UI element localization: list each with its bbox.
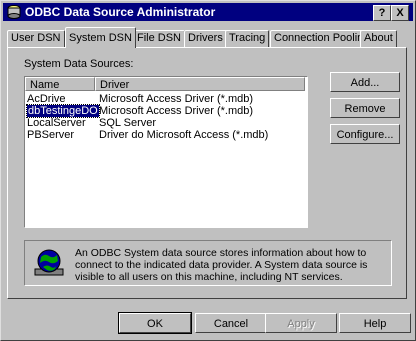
tab-drivers[interactable]: Drivers xyxy=(184,30,227,47)
help-question-button[interactable]: ? xyxy=(373,5,391,21)
dsn-name: LocalServer xyxy=(27,117,86,129)
title-bar[interactable]: ODBC Data Source Administrator ? X xyxy=(3,3,413,21)
list-item-selected[interactable]: dbTestingeDO Microsoft Access Driver (*.… xyxy=(25,104,305,118)
window-title: ODBC Data Source Administrator xyxy=(25,5,216,19)
dsn-name: dbTestingeDO xyxy=(26,104,100,118)
odbc-dialog: ODBC Data Source Administrator ? X User … xyxy=(0,0,416,341)
tab-system-dsn[interactable]: System DSN xyxy=(65,27,136,48)
info-text: An ODBC System data source stores inform… xyxy=(75,247,368,283)
tab-about[interactable]: About xyxy=(360,30,397,47)
dsn-name: PBServer xyxy=(27,129,75,141)
info-panel: An ODBC System data source stores inform… xyxy=(24,240,392,286)
add-button[interactable]: Add... xyxy=(330,72,400,92)
column-header-name[interactable]: Name xyxy=(25,77,95,91)
remove-button[interactable]: Remove xyxy=(330,98,400,118)
system-data-sources-label: System Data Sources: xyxy=(24,58,134,70)
dsn-driver: Microsoft Access Driver (*.mdb) xyxy=(99,93,254,105)
system-data-sources-list[interactable]: Name Driver AcDrive Microsoft Access Dri… xyxy=(24,76,308,228)
dsn-driver: SQL Server xyxy=(99,117,157,129)
tab-connection-pooling[interactable]: Connection Pooling xyxy=(270,30,374,47)
tab-tracing[interactable]: Tracing xyxy=(225,30,270,47)
dsn-name: AcDrive xyxy=(27,93,66,105)
apply-button[interactable]: Apply xyxy=(265,313,337,333)
list-item[interactable]: AcDrive Microsoft Access Driver (*.mdb) xyxy=(25,93,305,105)
tab-file-dsn[interactable]: File DSN xyxy=(133,30,186,47)
list-item[interactable]: LocalServer SQL Server xyxy=(25,117,305,129)
dsn-driver: Driver do Microsoft Access (*.mdb) xyxy=(99,129,269,141)
tab-user-dsn[interactable]: User DSN xyxy=(7,30,65,47)
configure-button[interactable]: Configure... xyxy=(330,124,400,144)
globe-network-icon xyxy=(34,249,64,276)
help-button[interactable]: Help xyxy=(339,313,411,333)
dsn-driver: Microsoft Access Driver (*.mdb) xyxy=(99,105,254,117)
cancel-button[interactable]: Cancel xyxy=(195,313,267,333)
column-header-driver[interactable]: Driver xyxy=(95,77,305,91)
close-window-button[interactable]: X xyxy=(391,5,409,21)
system-dsn-panel: System Data Sources: Name Driver AcDrive… xyxy=(7,47,407,299)
odbc-app-icon xyxy=(7,5,21,19)
ok-button[interactable]: OK xyxy=(118,312,192,334)
list-item[interactable]: PBServer Driver do Microsoft Access (*.m… xyxy=(25,129,305,141)
